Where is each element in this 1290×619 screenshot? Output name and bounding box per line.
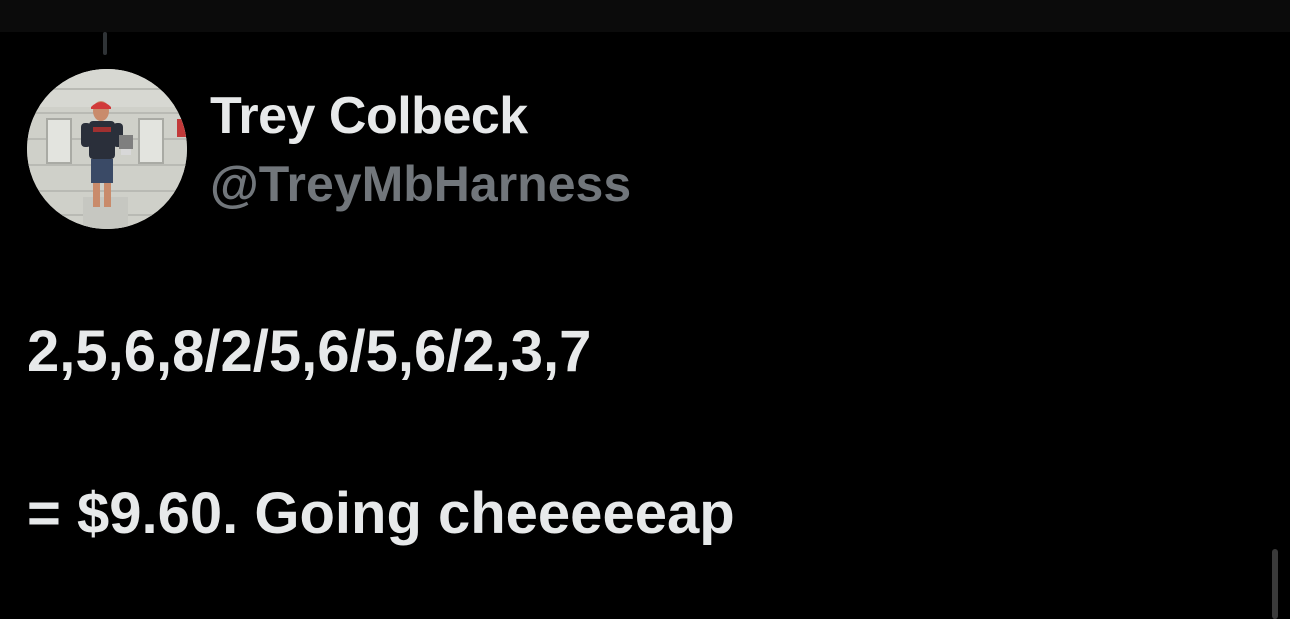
top-bar [0,0,1290,32]
avatar[interactable] [27,69,187,229]
tweet-text-line: = $9.60. Going cheeeeeap [27,481,735,546]
author-handle[interactable]: @TreyMbHarness [210,155,631,213]
scrollbar[interactable] [1272,549,1278,619]
tweet-text-line: 2,5,6,8/2/5,6/5,6/2,3,7 [27,319,592,384]
author-display-name[interactable]: Trey Colbeck [210,86,528,146]
profile-photo-icon [27,69,187,229]
thread-connector-line [103,32,107,55]
